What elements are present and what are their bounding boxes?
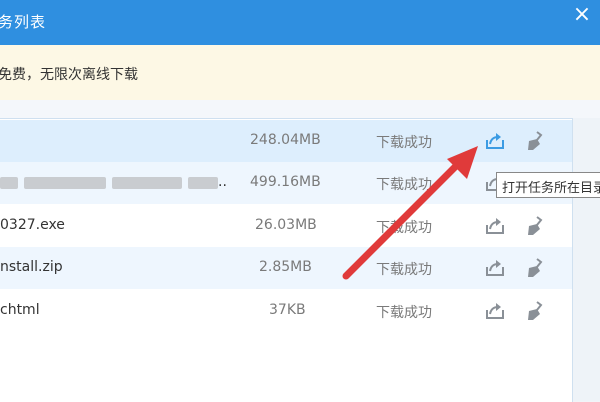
annotation-arrow	[342, 146, 478, 280]
